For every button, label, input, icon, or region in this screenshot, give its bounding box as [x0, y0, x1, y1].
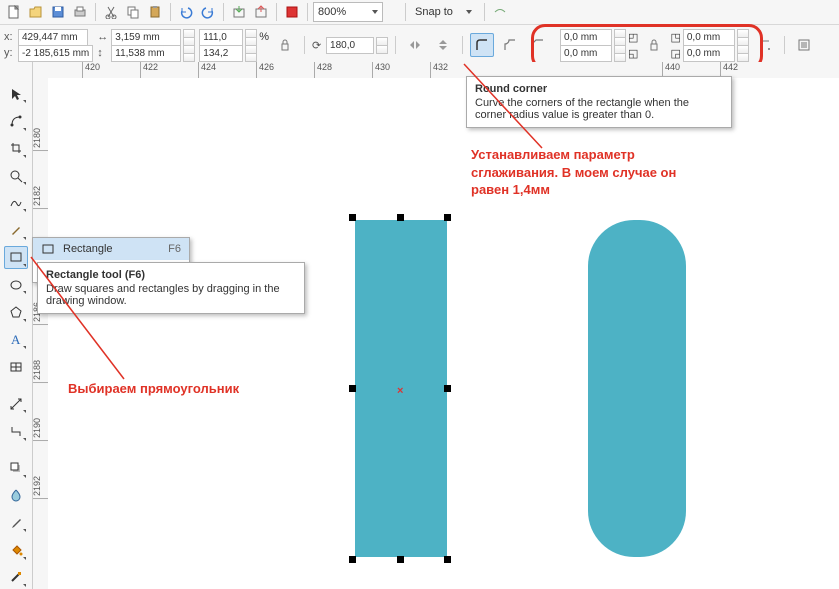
paste-icon[interactable] — [145, 2, 165, 22]
rotation-icon: ⟳ — [312, 39, 324, 52]
pick-tool-icon[interactable] — [4, 82, 28, 105]
annotation-set-rounding: Устанавливаем параметр сглаживания. В мо… — [471, 146, 691, 199]
width-input[interactable]: 3,159 mm — [111, 29, 181, 46]
scale-x-input[interactable]: 111,0 — [199, 29, 243, 46]
tooltip-body: Draw squares and rectangles by dragging … — [46, 283, 296, 307]
open-icon[interactable] — [26, 2, 46, 22]
lock-ratio-icon[interactable] — [273, 33, 297, 57]
dimension-tool-icon[interactable] — [4, 392, 28, 415]
ruler-v-tick: 2182 — [32, 186, 48, 209]
print-icon[interactable] — [70, 2, 90, 22]
shape-rounded-rectangle[interactable] — [588, 220, 686, 557]
mirror-h-icon[interactable] — [403, 33, 427, 57]
selection-handle[interactable] — [349, 556, 356, 563]
scale-x-spinner[interactable] — [245, 29, 257, 45]
ellipse-tool-icon[interactable] — [4, 273, 28, 296]
table-tool-icon[interactable] — [4, 355, 28, 378]
tooltip-title: Round corner — [475, 83, 723, 95]
rotation-input[interactable]: 180,0 — [326, 37, 374, 54]
canvas[interactable]: × — [48, 78, 839, 589]
percent-label: % — [259, 31, 269, 43]
rectangle-icon — [41, 242, 55, 256]
menu-item-shortcut: F6 — [168, 243, 181, 255]
toolbox: A — [0, 62, 33, 589]
drop-shadow-icon[interactable] — [4, 456, 28, 479]
ruler-v-tick: 2190 — [32, 418, 48, 441]
rectangle-tooltip: Rectangle tool (F6) Draw squares and rec… — [37, 262, 305, 314]
publish-icon[interactable] — [282, 2, 302, 22]
tooltip-title: Rectangle tool (F6) — [46, 269, 296, 281]
snap-label: Snap to — [411, 6, 457, 18]
tooltip-body: Curve the corners of the rectangle when … — [475, 97, 723, 121]
ruler-h-tick: 420 — [82, 62, 100, 78]
zoom-input[interactable]: 800% — [313, 2, 383, 22]
svg-text:A: A — [11, 332, 21, 346]
zoom-tool-icon[interactable] — [4, 164, 28, 187]
connector-tool-icon[interactable] — [4, 419, 28, 442]
height-input[interactable]: 11,538 mm — [111, 45, 181, 62]
ruler-h-tick: 430 — [372, 62, 390, 78]
eyedropper-icon[interactable] — [4, 511, 28, 534]
scalloped-corner-button[interactable] — [498, 33, 522, 57]
import-icon[interactable] — [229, 2, 249, 22]
text-wrap-icon[interactable] — [792, 33, 816, 57]
scale-y-input[interactable]: 134,2 — [199, 45, 243, 62]
round-corner-button[interactable] — [470, 33, 494, 57]
ruler-v-tick: 2180 — [32, 128, 48, 151]
zoom-value: 800% — [318, 6, 346, 18]
mirror-v-icon[interactable] — [431, 33, 455, 57]
selection-handle[interactable] — [444, 214, 451, 221]
ruler-h-tick: 422 — [140, 62, 158, 78]
artistic-media-icon[interactable] — [4, 218, 28, 241]
selection-handle[interactable] — [397, 214, 404, 221]
width-icon: ↔ — [97, 31, 109, 43]
height-icon: ↕ — [97, 47, 109, 59]
ruler-v-tick: 2188 — [32, 360, 48, 383]
transparency-icon[interactable] — [4, 484, 28, 507]
selection-center-icon: × — [397, 385, 403, 397]
copy-icon[interactable] — [123, 2, 143, 22]
ruler-h-tick: 424 — [198, 62, 216, 78]
snap-options-icon[interactable] — [490, 2, 510, 22]
shape-tool-icon[interactable] — [4, 109, 28, 132]
width-spinner[interactable] — [183, 29, 195, 45]
round-corner-tooltip: Round corner Curve the corners of the re… — [466, 76, 732, 128]
save-icon[interactable] — [48, 2, 68, 22]
y-label: y: — [4, 47, 16, 59]
x-label: x: — [4, 31, 16, 43]
menu-item-label: Rectangle — [63, 243, 160, 255]
snap-dropdown-icon[interactable] — [459, 2, 479, 22]
selection-handle[interactable] — [349, 214, 356, 221]
export-icon[interactable] — [251, 2, 271, 22]
ruler-h-tick: 426 — [256, 62, 274, 78]
scale-y-spinner[interactable] — [245, 45, 257, 61]
freehand-tool-icon[interactable] — [4, 191, 28, 214]
selection-handle[interactable] — [349, 385, 356, 392]
selection-handle[interactable] — [397, 556, 404, 563]
redo-icon[interactable] — [198, 2, 218, 22]
crop-tool-icon[interactable] — [4, 137, 28, 160]
selection-handle[interactable] — [444, 556, 451, 563]
y-input[interactable]: -2 185,615 mm — [18, 45, 93, 62]
new-icon[interactable] — [4, 2, 24, 22]
cut-icon[interactable] — [101, 2, 121, 22]
rectangle-tool-icon[interactable] — [4, 246, 28, 269]
annotation-choose-rectangle: Выбираем прямоугольник — [68, 380, 239, 398]
polygon-tool-icon[interactable] — [4, 300, 28, 323]
ruler-vertical: 2180 2182 2184 2186 2188 2190 2192 — [32, 78, 49, 589]
ruler-h-tick: 428 — [314, 62, 332, 78]
x-input[interactable]: 429,447 mm — [18, 29, 88, 46]
rotation-spinner[interactable] — [376, 37, 388, 53]
selection-handle[interactable] — [444, 385, 451, 392]
main-toolbar: 800% Snap to — [0, 0, 839, 25]
menu-item-rectangle[interactable]: Rectangle F6 — [33, 238, 189, 260]
outline-tool-icon[interactable] — [4, 566, 28, 589]
undo-icon[interactable] — [176, 2, 196, 22]
ruler-v-tick: 2192 — [32, 476, 48, 499]
text-tool-icon[interactable]: A — [4, 328, 28, 351]
ruler-h-tick: 432 — [430, 62, 448, 78]
fill-tool-icon[interactable] — [4, 538, 28, 561]
height-spinner[interactable] — [183, 45, 195, 61]
